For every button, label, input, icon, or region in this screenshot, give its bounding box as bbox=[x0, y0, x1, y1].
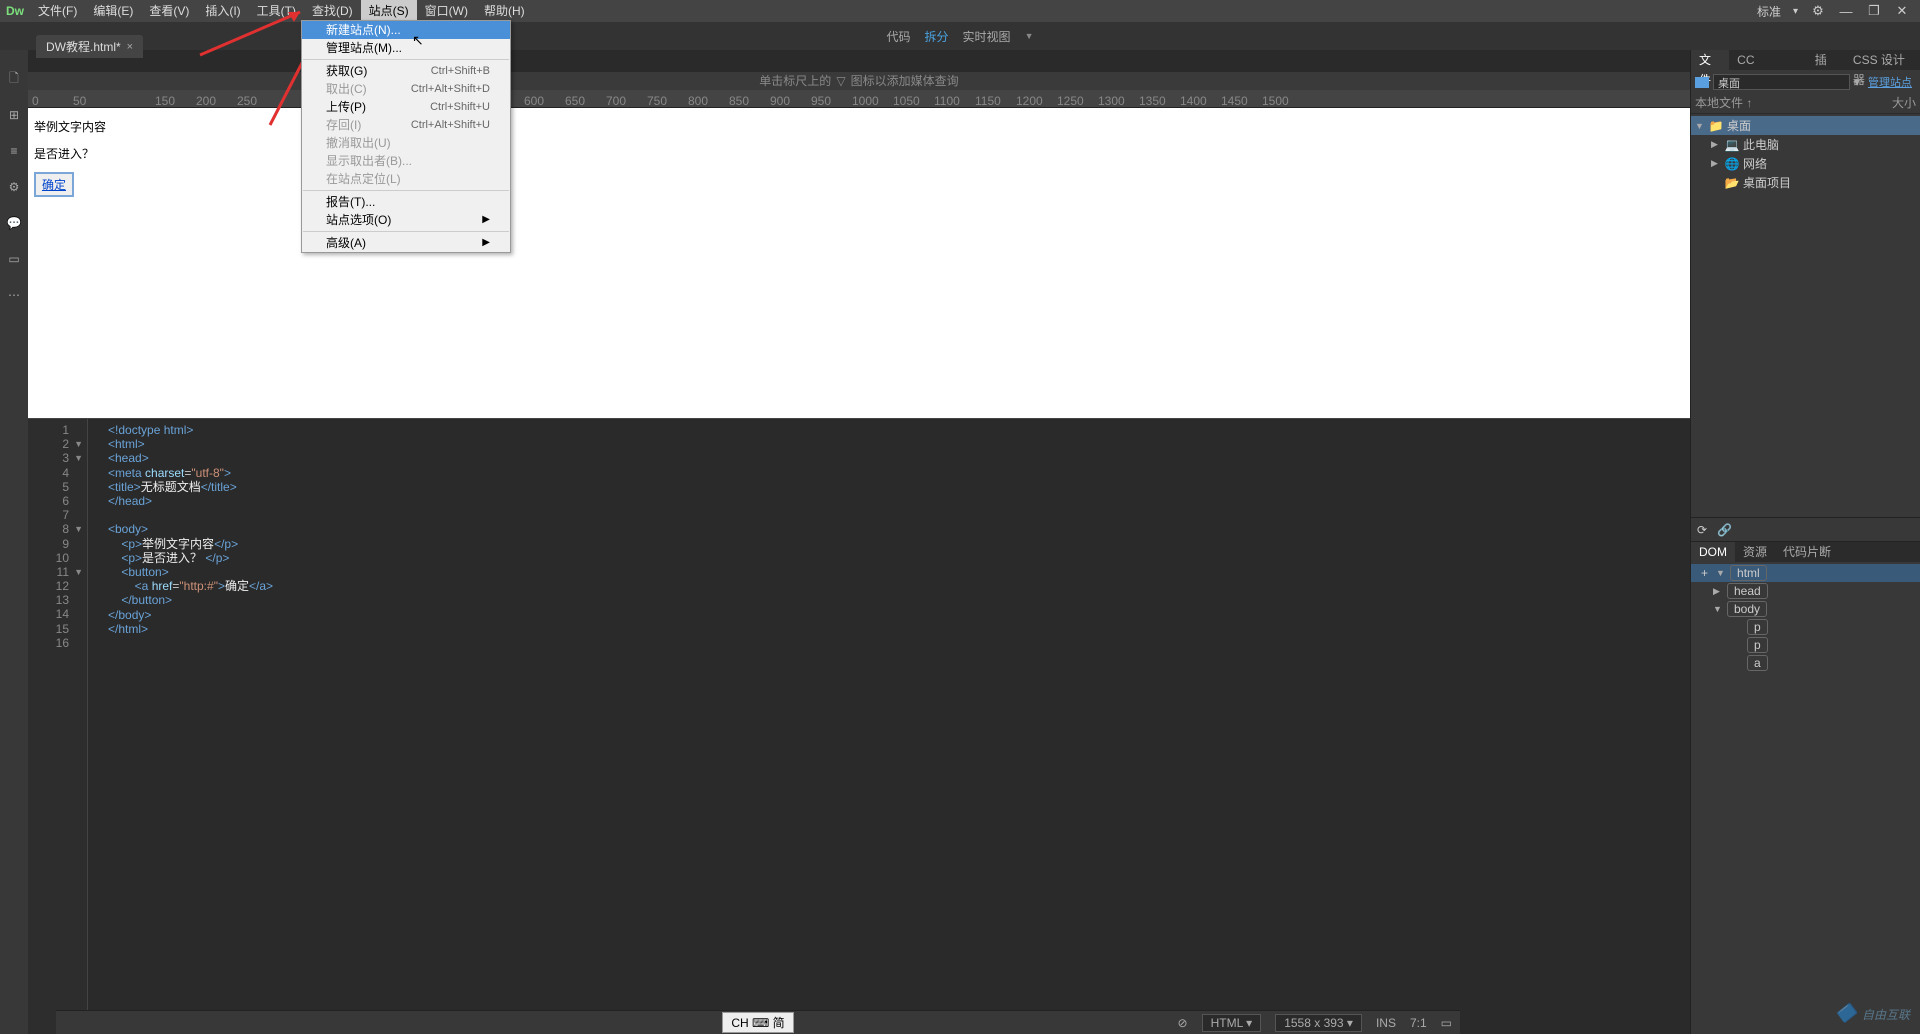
dom-node-p[interactable]: p bbox=[1691, 636, 1920, 654]
panel-tab-插入[interactable]: 插入 bbox=[1807, 50, 1845, 70]
menu-item-获取G[interactable]: 获取(G)Ctrl+Shift+B bbox=[302, 62, 510, 80]
sync-icon[interactable]: 🔗 bbox=[1717, 523, 1732, 537]
dom-panel: DOM资源代码片断 +▼html▶head▼bodyppa bbox=[1691, 541, 1920, 674]
media-query-chevron-icon: ▽ bbox=[836, 72, 845, 90]
view-split-button[interactable]: 拆分 bbox=[925, 28, 949, 45]
view-code-button[interactable]: 代码 bbox=[887, 28, 911, 45]
menu-item-存回I: 存回(I)Ctrl+Alt+Shift+U bbox=[302, 116, 510, 134]
document-tab-label: DW教程.html* bbox=[46, 38, 121, 55]
design-button-link[interactable]: 确定 bbox=[42, 178, 66, 192]
dom-tree[interactable]: +▼html▶head▼bodyppa bbox=[1691, 562, 1920, 674]
tab-close-icon[interactable]: × bbox=[127, 41, 133, 53]
sync-settings-icon[interactable]: ⚙ bbox=[1810, 3, 1826, 19]
preview-icon[interactable]: ▭ bbox=[5, 250, 23, 268]
mouse-cursor-icon: ↖ bbox=[412, 32, 424, 49]
files-panel-tabs: 文件CC Libraries插入CSS 设计器 bbox=[1691, 50, 1920, 70]
design-button[interactable]: 确定 bbox=[34, 172, 74, 197]
options-icon[interactable]: ⚙ bbox=[5, 178, 23, 196]
files-tree[interactable]: ▼📁桌面▶💻此电脑▶🌐网络📂桌面项目 bbox=[1691, 114, 1920, 194]
design-view[interactable]: 举例文字内容 是否进入？ 确定 bbox=[28, 108, 1690, 418]
workspace-dropdown-icon[interactable]: ▾ bbox=[1793, 6, 1798, 17]
code-gutter: 12▼3▼45678▼91011▼1213141516 bbox=[28, 419, 88, 1034]
file-management-icon[interactable]: 🗋 bbox=[5, 70, 23, 88]
menu-窗口W[interactable]: 窗口(W) bbox=[417, 0, 476, 22]
preview-browser-icon[interactable]: ▭ bbox=[1441, 1016, 1452, 1030]
file-tree-item-桌面[interactable]: ▼📁桌面 bbox=[1691, 116, 1920, 135]
site-selector-dropdown-icon[interactable]: ▾ bbox=[1854, 75, 1860, 89]
window-close-icon[interactable]: ✕ bbox=[1894, 3, 1910, 19]
status-bar: CH ⌨ 简 ⊘ HTML ▾ 1558 x 393 ▾ INS 7:1 ▭ bbox=[56, 1010, 1460, 1034]
view-live-button[interactable]: 实时视图 bbox=[963, 28, 1011, 45]
refresh-icon[interactable]: ⟳ bbox=[1697, 523, 1707, 537]
manage-sites-link[interactable]: 管理站点 bbox=[1864, 74, 1916, 90]
menu-item-上传P[interactable]: 上传(P)Ctrl+Shift+U bbox=[302, 98, 510, 116]
dom-add-icon[interactable]: + bbox=[1697, 566, 1712, 580]
document-tab[interactable]: DW教程.html* × bbox=[36, 35, 143, 58]
dom-node-a[interactable]: a bbox=[1691, 654, 1920, 672]
dom-tab-资源[interactable]: 资源 bbox=[1735, 542, 1775, 562]
site-folder-icon bbox=[1695, 77, 1709, 88]
insert-mode-indicator[interactable]: INS bbox=[1376, 1016, 1396, 1030]
code-editor[interactable]: <!doctype html><html><head><meta charset… bbox=[88, 419, 1690, 1034]
files-panel-toolbar: ⟳ 🔗 bbox=[1691, 517, 1920, 541]
file-tree-item-网络[interactable]: ▶🌐网络 bbox=[1691, 154, 1920, 173]
more-tools-icon[interactable]: ⋯ bbox=[5, 286, 23, 304]
site-menu-dropdown: 新建站点(N)...管理站点(M)... 获取(G)Ctrl+Shift+B取出(… bbox=[301, 20, 511, 253]
menu-item-站点选项O[interactable]: 站点选项(O)▶ bbox=[302, 211, 510, 229]
panel-tab-CC Libraries[interactable]: CC Libraries bbox=[1729, 50, 1807, 70]
panel-tab-文件[interactable]: 文件 bbox=[1691, 50, 1729, 70]
dom-node-p[interactable]: p bbox=[1691, 618, 1920, 636]
menu-item-新建站点N[interactable]: 新建站点(N)... bbox=[302, 21, 510, 39]
watermark: 🔷 自由互联 bbox=[1835, 1003, 1910, 1024]
files-panel: 桌面 ▾ 管理站点 本地文件 ↑ 大小 ▼📁桌面▶💻此电脑▶🌐网络📂桌面项目 bbox=[1691, 70, 1920, 196]
live-view-inspect-icon[interactable]: ⊞ bbox=[5, 106, 23, 124]
menu-item-显示取出者B: 显示取出者(B)... bbox=[302, 152, 510, 170]
window-minimize-icon[interactable]: — bbox=[1838, 3, 1854, 19]
dreamweaver-logo: Dw bbox=[0, 0, 30, 22]
menu-编辑E[interactable]: 编辑(E) bbox=[85, 0, 141, 22]
panel-tab-CSS 设计器[interactable]: CSS 设计器 bbox=[1845, 50, 1920, 70]
design-paragraph-2[interactable]: 是否进入？ bbox=[34, 145, 1684, 162]
right-panel-group: 文件CC Libraries插入CSS 设计器 桌面 ▾ 管理站点 本地文件 ↑… bbox=[1690, 50, 1920, 1034]
menu-文件F[interactable]: 文件(F) bbox=[30, 0, 85, 22]
dom-node-html[interactable]: +▼html bbox=[1691, 564, 1920, 582]
menu-item-高级A[interactable]: 高级(A)▶ bbox=[302, 234, 510, 252]
dom-tab-DOM[interactable]: DOM bbox=[1691, 542, 1735, 562]
menu-item-管理站点M[interactable]: 管理站点(M)... bbox=[302, 39, 510, 57]
file-tree-item-此电脑[interactable]: ▶💻此电脑 bbox=[1691, 135, 1920, 154]
menu-item-在站点定位L: 在站点定位(L) bbox=[302, 170, 510, 188]
menu-item-取出C: 取出(C)Ctrl+Alt+Shift+D bbox=[302, 80, 510, 98]
code-view[interactable]: 12▼3▼45678▼91011▼1213141516 <!doctype ht… bbox=[28, 418, 1690, 1034]
menu-站点S[interactable]: 站点(S) bbox=[361, 0, 417, 22]
left-toolbar: 🗋 ⊞ ≡ ⚙ 💬 ▭ ⋯ bbox=[0, 50, 28, 1034]
doctype-indicator[interactable]: HTML ▾ bbox=[1202, 1014, 1262, 1032]
menu-查看V[interactable]: 查看(V) bbox=[141, 0, 197, 22]
menu-item-报告T[interactable]: 报告(T)... bbox=[302, 193, 510, 211]
dom-panel-tabs: DOM资源代码片断 bbox=[1691, 542, 1920, 562]
menu-帮助H[interactable]: 帮助(H) bbox=[476, 0, 533, 22]
workspace-label[interactable]: 标准 bbox=[1757, 3, 1781, 20]
ime-indicator[interactable]: CH ⌨ 简 bbox=[722, 1012, 793, 1033]
files-column-headers[interactable]: 本地文件 ↑ 大小 bbox=[1691, 92, 1920, 114]
cursor-position-indicator: 7:1 bbox=[1410, 1016, 1427, 1030]
expand-all-icon[interactable]: ≡ bbox=[5, 142, 23, 160]
view-dropdown-icon[interactable]: ▼ bbox=[1025, 31, 1034, 41]
dom-node-body[interactable]: ▼body bbox=[1691, 600, 1920, 618]
dimensions-indicator[interactable]: 1558 x 393 ▾ bbox=[1275, 1014, 1362, 1032]
comment-icon[interactable]: 💬 bbox=[5, 214, 23, 232]
dom-tab-代码片断[interactable]: 代码片断 bbox=[1775, 542, 1839, 562]
file-tree-item-桌面项目[interactable]: 📂桌面项目 bbox=[1691, 173, 1920, 192]
menu-item-撤消取出U: 撤消取出(U) bbox=[302, 134, 510, 152]
dom-node-head[interactable]: ▶head bbox=[1691, 582, 1920, 600]
site-selector[interactable]: 桌面 bbox=[1713, 74, 1850, 90]
window-restore-icon[interactable]: ❐ bbox=[1866, 3, 1882, 19]
error-indicator-icon[interactable]: ⊘ bbox=[1178, 1016, 1188, 1030]
